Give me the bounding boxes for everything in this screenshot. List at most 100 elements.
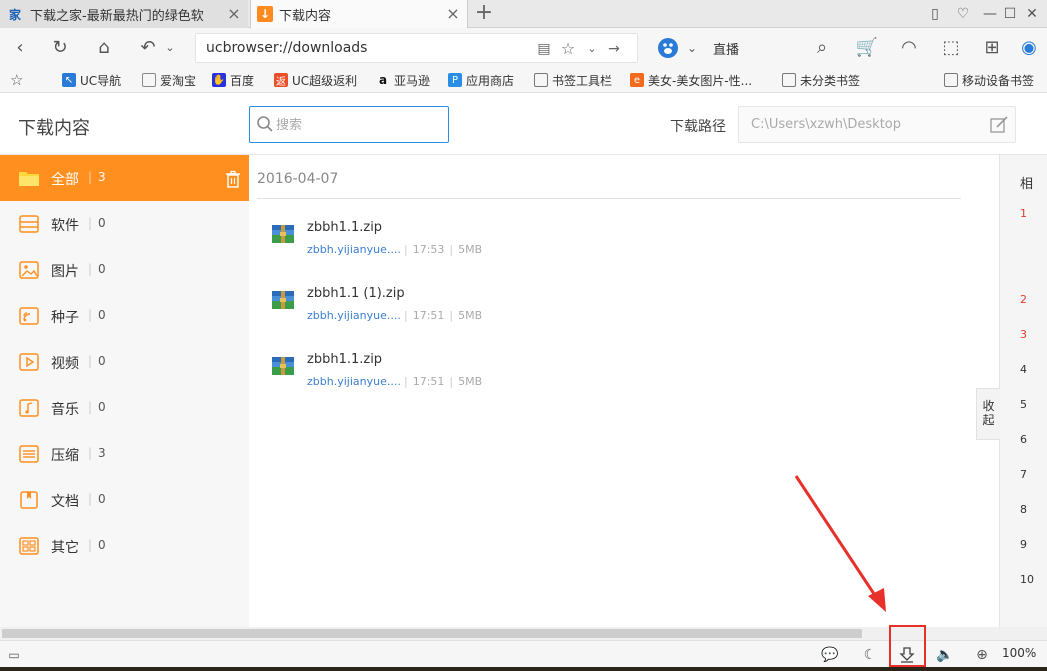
download-path-field[interactable]: C:\Users\xzwh\Desktop xyxy=(738,106,1016,143)
bookmark-folder-unsorted[interactable]: 未分类书签 xyxy=(782,71,860,89)
comment-icon[interactable]: 💬 xyxy=(820,645,840,665)
category-all[interactable]: 全部 3 xyxy=(0,155,249,201)
trash-icon[interactable] xyxy=(224,170,242,188)
bookmark-meinv[interactable]: e 美女-美女图片-性... xyxy=(630,71,752,89)
category-torrents[interactable]: 种子 0 xyxy=(0,293,249,339)
close-icon[interactable]: × xyxy=(226,6,242,22)
bookmark-amazon[interactable]: a 亚马逊 xyxy=(376,71,430,89)
category-images[interactable]: 图片 0 xyxy=(0,247,249,293)
edit-icon[interactable] xyxy=(989,115,1009,135)
category-archives[interactable]: 压缩 3 xyxy=(0,431,249,477)
refresh-icon[interactable]: ↻ xyxy=(48,36,72,60)
category-label: 种子 xyxy=(51,310,79,326)
url-text[interactable]: ucbrowser://downloads xyxy=(206,40,367,56)
back-icon[interactable]: ‹ xyxy=(8,36,32,60)
file-source[interactable]: zbbh.yijianyue.... xyxy=(307,375,401,388)
bookmark-mobile[interactable]: 移动设备书签 xyxy=(944,71,1034,89)
close-icon[interactable]: × xyxy=(445,6,461,22)
scrollbar-thumb[interactable] xyxy=(2,629,862,638)
undo-close-icon[interactable]: ↶ xyxy=(136,36,160,60)
close-icon[interactable]: ✕ xyxy=(1022,4,1042,24)
download-item[interactable]: zbbh1.1.zip zbbh.yijianyue.... | 17:53 | 5M… xyxy=(269,217,959,267)
side-panel: 相 1 2 3 4 5 6 7 8 9 10 xyxy=(999,155,1047,627)
category-count: 0 xyxy=(88,400,106,414)
bookmark-app-store[interactable]: P 应用商店 xyxy=(448,71,514,89)
divider xyxy=(257,198,961,199)
file-source[interactable]: zbbh.yijianyue.... xyxy=(307,243,401,256)
file-name[interactable]: zbbh1.1 (1).zip xyxy=(307,286,405,301)
sidebar-icon[interactable]: ▯ xyxy=(925,4,945,24)
bookmark-label: 书签工具栏 xyxy=(552,73,613,88)
ie-icon: e xyxy=(630,73,644,87)
download-item[interactable]: zbbh1.1 (1).zip zbbh.yijianyue.... | 17:5… xyxy=(269,283,959,333)
tab-downloads[interactable]: ↓ 下载内容 × xyxy=(250,0,468,28)
rank-number[interactable]: 8 xyxy=(1020,503,1027,516)
rank-number[interactable]: 4 xyxy=(1020,363,1027,376)
zoom-in-icon[interactable]: ⊕ xyxy=(972,645,992,665)
folder-icon xyxy=(534,73,548,87)
bookmark-baidu[interactable]: ✋ 百度 xyxy=(212,71,254,89)
chevron-down-icon[interactable]: ⌄ xyxy=(680,36,704,60)
uc-logo-icon[interactable]: ◉ xyxy=(1017,36,1041,60)
bookmark-folder-toolbar[interactable]: 书签工具栏 xyxy=(534,71,612,89)
category-software[interactable]: 软件 0 xyxy=(0,201,249,247)
home-icon[interactable]: ⌂ xyxy=(92,36,116,60)
collapse-button[interactable]: 收起 xyxy=(976,388,1000,440)
new-tab-icon[interactable]: + xyxy=(472,2,496,26)
rank-number[interactable]: 6 xyxy=(1020,433,1027,446)
search-icon[interactable]: ⌕ xyxy=(810,36,834,60)
category-other[interactable]: 其它 0 xyxy=(0,523,249,569)
bookmark-uc-nav[interactable]: ↖ UC导航 xyxy=(62,71,121,89)
category-music[interactable]: 音乐 0 xyxy=(0,385,249,431)
rank-number[interactable]: 1 xyxy=(1020,207,1027,220)
search-icon xyxy=(257,116,273,132)
rank-number[interactable]: 10 xyxy=(1020,573,1034,586)
minimize-icon[interactable]: — xyxy=(980,4,1000,24)
volume-icon[interactable]: 🔈 xyxy=(935,645,955,665)
baidu-paw-icon: ✋ xyxy=(212,73,226,87)
torrent-icon xyxy=(19,307,39,325)
category-count: 3 xyxy=(88,170,106,184)
maximize-icon[interactable]: ☐ xyxy=(1000,4,1020,24)
annotation-arrow xyxy=(794,475,886,612)
file-name[interactable]: zbbh1.1.zip xyxy=(307,352,382,367)
download-item[interactable]: zbbh1.1.zip zbbh.yijianyue.... | 17:51 | 5M… xyxy=(269,349,959,399)
fanli-icon: 返 xyxy=(274,73,288,88)
category-documents[interactable]: 文档 0 xyxy=(0,477,249,523)
cart-icon[interactable]: 🛒 xyxy=(855,36,879,60)
baidu-search-icon[interactable] xyxy=(656,36,680,60)
folder-icon xyxy=(19,172,39,186)
camera-icon[interactable]: ▭ xyxy=(4,645,24,665)
file-source[interactable]: zbbh.yijianyue.... xyxy=(307,309,401,322)
live-link[interactable]: 直播 xyxy=(713,39,739,58)
bookmark-label: 应用商店 xyxy=(466,73,515,88)
skin-icon[interactable]: ♡ xyxy=(953,4,973,24)
wifi-icon[interactable]: ◠ xyxy=(897,36,921,60)
file-name[interactable]: zbbh1.1.zip xyxy=(307,220,382,235)
reader-mode-icon[interactable]: ▤ xyxy=(534,39,554,59)
rank-number[interactable]: 2 xyxy=(1020,293,1027,306)
star-icon[interactable]: ☆ xyxy=(558,39,578,59)
chevron-down-icon[interactable]: ⌄ xyxy=(158,36,182,60)
rank-number[interactable]: 9 xyxy=(1020,538,1027,551)
zoom-level[interactable]: 100% xyxy=(1002,646,1036,660)
screenshot-icon[interactable]: ⬚ xyxy=(939,36,963,60)
search-box[interactable] xyxy=(249,106,449,143)
rank-number[interactable]: 3 xyxy=(1020,328,1027,341)
address-bar[interactable]: ucbrowser://downloads ▤ ☆ ⌄ → xyxy=(195,33,638,63)
date-header: 2016-04-07 xyxy=(257,171,339,187)
night-mode-icon[interactable]: ☾ xyxy=(860,645,880,665)
category-videos[interactable]: 视频 0 xyxy=(0,339,249,385)
category-count: 3 xyxy=(88,446,106,460)
tab-xiazaizhijia[interactable]: 家 下载之家-最新最热门的绿色软 × xyxy=(0,0,248,28)
star-icon[interactable]: ☆ xyxy=(10,71,23,89)
search-input[interactable] xyxy=(276,115,441,135)
apps-icon[interactable]: ⊞ xyxy=(980,36,1004,60)
category-count: 0 xyxy=(88,492,106,506)
bookmark-aitaobao[interactable]: 爱淘宝 xyxy=(142,71,196,89)
bookmark-uc-fanli[interactable]: 返 UC超级返利 xyxy=(274,71,357,89)
rank-number[interactable]: 5 xyxy=(1020,398,1027,411)
rank-number[interactable]: 7 xyxy=(1020,468,1027,481)
chevron-down-icon[interactable]: ⌄ xyxy=(582,39,602,59)
go-arrow-icon[interactable]: → xyxy=(604,39,624,59)
